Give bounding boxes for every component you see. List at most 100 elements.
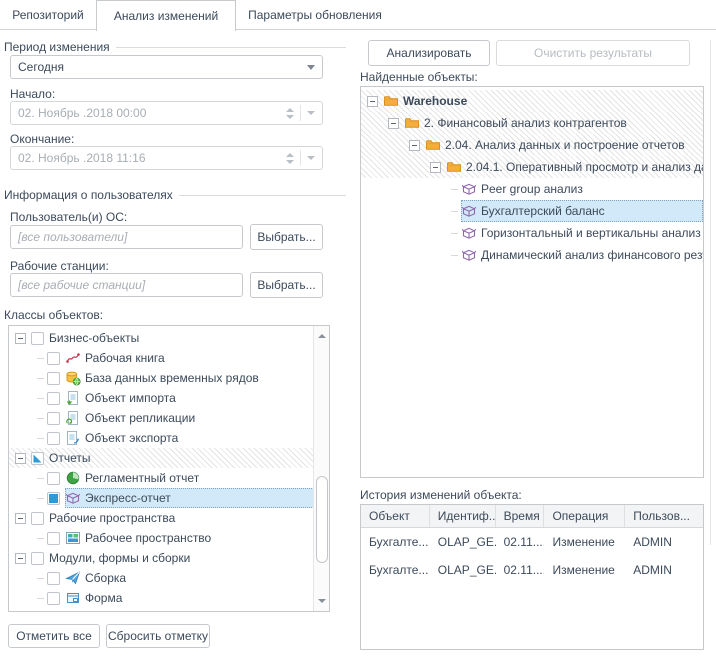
- class-tree-scrollbar[interactable]: [313, 326, 329, 611]
- checkbox[interactable]: [47, 372, 60, 385]
- analyze-button[interactable]: Анализировать: [368, 40, 490, 66]
- class-tree-row[interactable]: Сборка: [9, 568, 314, 588]
- os-users-input[interactable]: [все пользователи]: [10, 225, 243, 249]
- object-tree-row[interactable]: 2.04. Анализ данных и построение отчетов: [361, 134, 703, 156]
- chevron-down-icon[interactable]: [307, 65, 315, 70]
- reset-check-button[interactable]: Сбросить отметку: [106, 624, 210, 648]
- object-tree-row[interactable]: Warehouse: [361, 90, 703, 112]
- expander-minus-icon[interactable]: [388, 118, 399, 129]
- checkbox[interactable]: [31, 552, 44, 565]
- os-users-label: Пользователь(и) ОС:: [10, 210, 127, 224]
- express-report-icon: [461, 247, 477, 263]
- row-area: 2.04.1. Оперативный просмотр и анализ да…: [446, 156, 703, 178]
- folder-icon: [383, 93, 399, 109]
- scrollbar-thumb[interactable]: [316, 476, 328, 563]
- row-area: Бизнес-объекты: [49, 328, 314, 348]
- expander-minus-icon[interactable]: [15, 553, 26, 564]
- tab-update-parameters[interactable]: Параметры обновления: [236, 0, 394, 29]
- select-workstations-button[interactable]: Выбрать...: [250, 272, 323, 298]
- class-tree-row[interactable]: Объект репликации: [9, 408, 314, 428]
- checkbox[interactable]: [47, 532, 60, 545]
- history-cell: OLAP_GE...: [430, 528, 496, 556]
- period-preset-combobox[interactable]: Сегодня: [10, 55, 323, 79]
- tree-item-label: Динамический анализ финансового результа…: [481, 248, 703, 262]
- history-column-header[interactable]: Операция: [544, 505, 625, 527]
- expander-minus-icon[interactable]: [430, 162, 441, 173]
- history-table-row[interactable]: Бухгалте...OLAP_GE...02.11....ИзменениеA…: [361, 528, 703, 556]
- class-tree-row[interactable]: Отчеты: [9, 448, 314, 468]
- class-tree-row[interactable]: Форма: [9, 588, 314, 608]
- checkbox[interactable]: [47, 412, 60, 425]
- users-group-header: Информация о пользователях: [4, 188, 346, 202]
- os-users-placeholder: [все пользователи]: [18, 230, 127, 244]
- checkbox[interactable]: [47, 592, 60, 605]
- history-column-header[interactable]: Идентиф...: [430, 505, 496, 527]
- object-tree-row[interactable]: Peer group анализ: [361, 178, 703, 200]
- expander-minus-icon[interactable]: [15, 513, 26, 524]
- class-tree-row[interactable]: Объект экспорта: [9, 428, 314, 448]
- tree-item-label: Бухгалтерский баланс: [481, 204, 607, 218]
- object-tree-row[interactable]: 2. Финансовый анализ контрагентов: [361, 112, 703, 134]
- class-tree-row[interactable]: Регламентный отчет: [9, 468, 314, 488]
- tree-item-label: Горизонтальный и вертикальны анализ бала…: [481, 226, 703, 240]
- tab-label: Анализ изменений: [114, 9, 218, 23]
- checkbox[interactable]: [47, 572, 60, 585]
- object-tree-row[interactable]: 2.04.1. Оперативный просмотр и анализ да…: [361, 156, 703, 178]
- scroll-up-button[interactable]: [316, 329, 327, 343]
- history-table-row[interactable]: Бухгалте...OLAP_GE...02.11....ИзменениеA…: [361, 556, 703, 584]
- workspace-icon: [65, 530, 81, 546]
- object-tree-row[interactable]: Горизонтальный и вертикальны анализ бала…: [361, 222, 703, 244]
- history-column-header[interactable]: Объект: [361, 505, 430, 527]
- checkbox[interactable]: [47, 492, 60, 505]
- history-cell: Бухгалте...: [361, 528, 430, 556]
- expander-minus-icon[interactable]: [15, 453, 26, 464]
- class-tree-row[interactable]: Экспресс-отчет: [9, 488, 314, 508]
- class-tree-row[interactable]: База данных временных рядов: [9, 368, 314, 388]
- checkbox[interactable]: [47, 472, 60, 485]
- checkbox[interactable]: [31, 452, 44, 465]
- row-area: Динамический анализ финансового результа…: [461, 244, 703, 266]
- tab-repository[interactable]: Репозиторий: [0, 0, 96, 29]
- row-area: Регламентный отчет: [65, 468, 314, 488]
- row-area: Рабочие пространства: [49, 508, 314, 528]
- checkbox[interactable]: [47, 612, 60, 613]
- history-column-header[interactable]: Пользов...: [625, 505, 703, 527]
- panel-edge-divider: [710, 40, 711, 545]
- class-tree-row[interactable]: Объект импорта: [9, 388, 314, 408]
- row-area: Объект импорта: [65, 388, 314, 408]
- class-tree-row[interactable]: [9, 608, 314, 612]
- class-tree-row[interactable]: Рабочая книга: [9, 348, 314, 368]
- class-tree-row[interactable]: Рабочее пространство: [9, 528, 314, 548]
- checkbox[interactable]: [47, 392, 60, 405]
- tree-item-label: Отчеты: [49, 451, 92, 465]
- expander-minus-icon[interactable]: [15, 333, 26, 344]
- row-area: Отчеты: [49, 448, 314, 468]
- spin-down-icon: [286, 160, 294, 164]
- history-column-header[interactable]: Время: [496, 505, 545, 527]
- expander-minus-icon[interactable]: [367, 96, 378, 107]
- checkbox[interactable]: [47, 432, 60, 445]
- object-tree-row[interactable]: Динамический анализ финансового результа…: [361, 244, 703, 266]
- class-tree-row[interactable]: Бизнес-объекты: [9, 328, 314, 348]
- check-all-button[interactable]: Отметить все: [8, 624, 100, 648]
- history-table: ОбъектИдентиф...ВремяОперацияПользов... …: [360, 504, 704, 650]
- period-preset-value: Сегодня: [18, 60, 64, 74]
- history-cell: 02.11....: [496, 556, 545, 584]
- checkbox[interactable]: [31, 512, 44, 525]
- expander-minus-icon[interactable]: [409, 140, 420, 151]
- selected-row-area: Экспресс-отчет: [65, 488, 314, 508]
- checkbox[interactable]: [31, 332, 44, 345]
- scroll-down-button[interactable]: [316, 594, 327, 608]
- tree-connector: [37, 358, 44, 359]
- row-area: 2.04. Анализ данных и построение отчетов: [425, 134, 703, 156]
- tab-change-analysis[interactable]: Анализ изменений: [96, 0, 236, 31]
- select-users-button[interactable]: Выбрать...: [250, 224, 323, 250]
- workstations-input[interactable]: [все рабочие станции]: [10, 273, 243, 297]
- class-tree-row[interactable]: Рабочие пространства: [9, 508, 314, 528]
- checkbox[interactable]: [47, 352, 60, 365]
- object-tree-row[interactable]: Бухгалтерский баланс: [361, 200, 703, 222]
- class-tree-row[interactable]: Модули, формы и сборки: [9, 548, 314, 568]
- history-label: История изменений объекта:: [360, 488, 522, 502]
- export-object-icon: [65, 430, 81, 446]
- tree-connector: [451, 211, 458, 212]
